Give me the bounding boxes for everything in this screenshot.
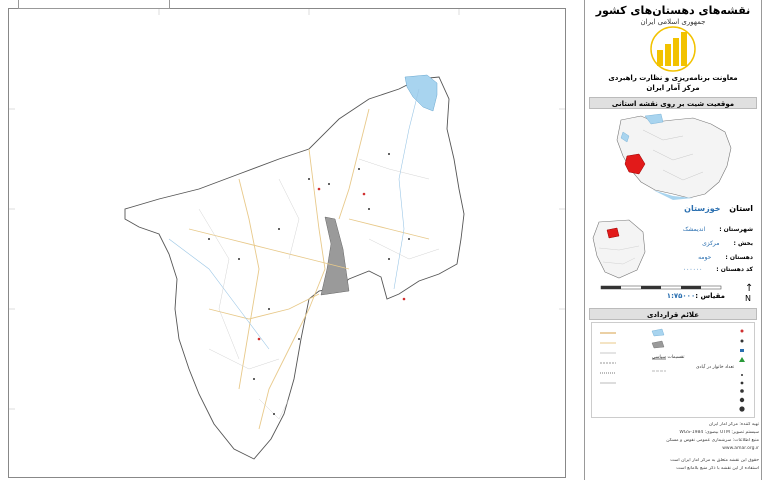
note-line-6: استفاده از این نقشه با ذکر منبع بلامانع … [676,466,759,471]
legend-population-heading: تعداد خانوار در آبادی [696,365,735,370]
info-row-district: بخش :مرکزی [702,240,753,247]
note-line-1: تهیه کننده: مرکز آمار ایران [708,422,759,427]
scale-text: مقیاس :۱:۷۵۰۰۰ [666,292,725,300]
province-row: استان خوزستان [684,204,753,213]
north-arrow-icon: ↑ N [745,283,754,304]
rural-district-map [9,9,565,460]
note-line-5: حقوق این نقشه متعلق به مرکز آمار ایران ا… [670,458,759,463]
province-locator-map [592,219,646,279]
map-frame [8,8,566,478]
legend-symbols [600,328,745,412]
province-value: خوزستان [684,204,721,213]
map-sheet: نقشه‌های دهستان‌های کشور جمهوری اسلامی ا… [0,0,770,480]
org-line-2: مرکز آمار ایران [646,84,700,92]
legend-political-heading: تقسیمات سیاسی [652,355,685,360]
info-panel: نقشه‌های دهستان‌های کشور جمهوری اسلامی ا… [584,0,762,480]
org-line-1: معاونت برنامه‌ریزی و نظارت راهبردی [608,74,738,82]
legend-heading: علائم قراردادی [589,308,757,320]
sci-logo-icon [650,26,696,72]
top-tab [18,0,170,9]
note-line-2: سیستم تصویر: UTM بیضوی: WGS-1984 [679,430,759,435]
note-line-3: منبع اطلاعات: سرشماری عمومی نفوس و مسکن [666,438,759,443]
province-label: استان [729,204,753,213]
info-row-code: کد دهستان :۰۰۰۰۰۰ [682,266,753,273]
iran-locator-map [616,113,732,200]
info-row-county: شهرستان :اندیمشک [682,226,753,233]
location-heading: موقعیت شیت بر روی نقشه استانی [589,97,757,109]
legend: تقسیمات سیاسی تعداد خانوار در آبادی [591,322,755,418]
info-row-rural: دهستان :حومه [698,254,753,261]
sheet-subtitle: جمهوری اسلامی ایران [640,18,706,26]
note-line-4: www.amar.org.ir [722,446,759,451]
district-boundary [124,76,465,460]
sheet-title: نقشه‌های دهستان‌های کشور [595,4,751,17]
